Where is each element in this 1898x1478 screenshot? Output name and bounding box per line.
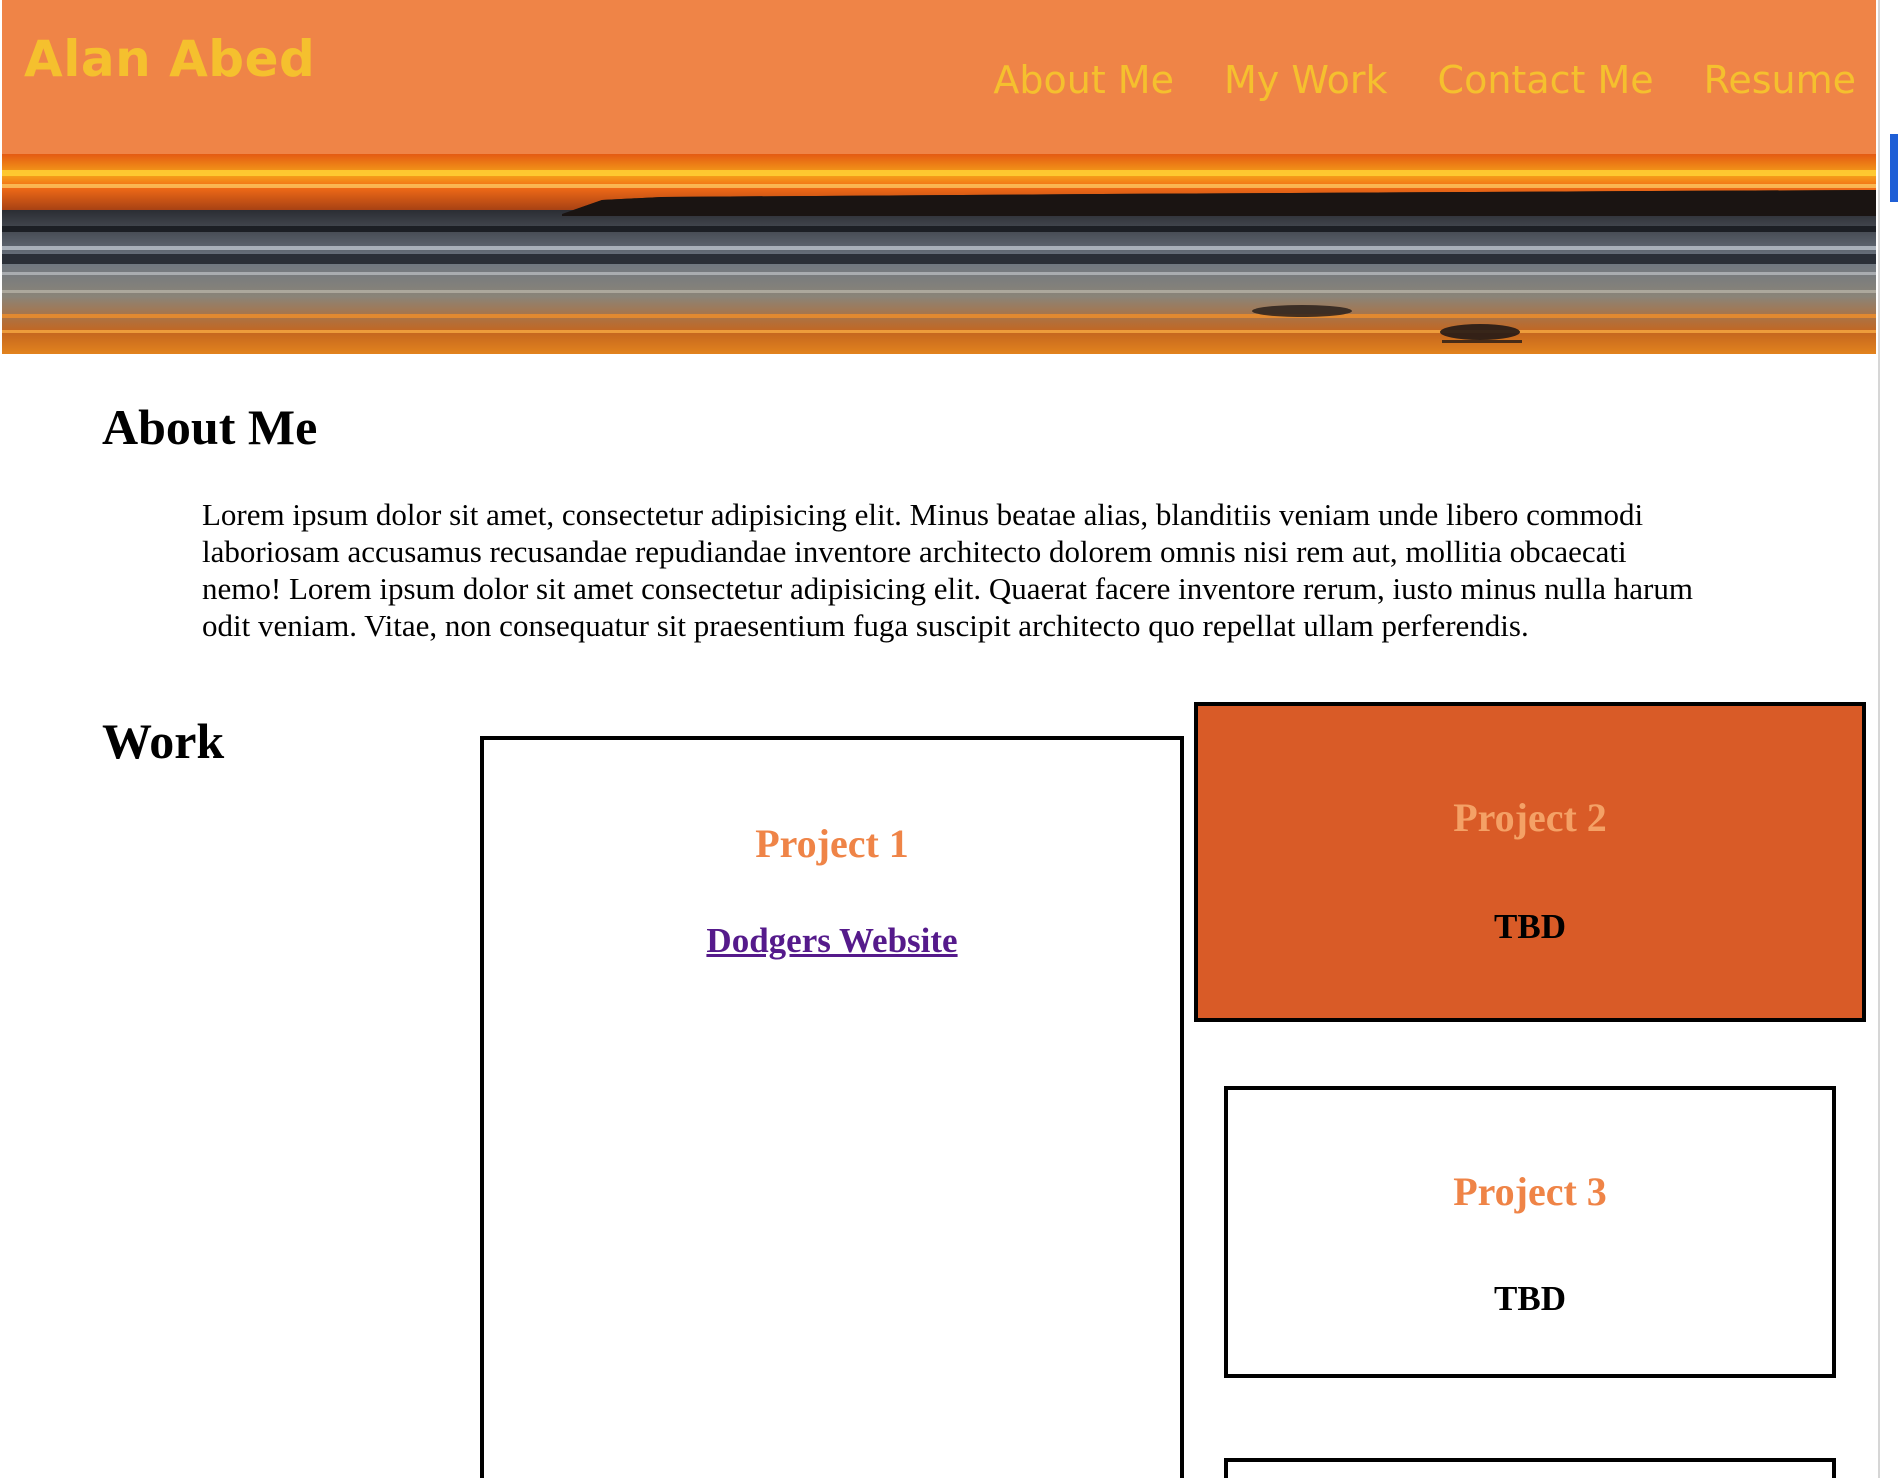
nav-link-resume[interactable]: Resume xyxy=(1704,58,1856,102)
project-2-card: Project 2 TBD xyxy=(1194,702,1866,1022)
about-text: Lorem ipsum dolor sit amet, consectetur … xyxy=(202,497,1693,643)
sunset-beach-banner xyxy=(2,154,1876,354)
window-edge xyxy=(1878,0,1898,1478)
browser-viewport: Alan Abed About Me My Work Contact Me Re… xyxy=(0,0,1878,1478)
project-1-link-wrap: Dodgers Website xyxy=(484,921,1180,961)
project-3-card: Project 3 TBD xyxy=(1224,1086,1836,1378)
project-1-title: Project 1 xyxy=(755,821,909,866)
work-heading: Work xyxy=(102,713,225,769)
project-2-title: Project 2 xyxy=(1453,795,1607,840)
project-2-text: TBD xyxy=(1494,907,1566,946)
scrollbar-thumb[interactable] xyxy=(1890,134,1898,202)
project-3-title: Project 3 xyxy=(1453,1169,1607,1214)
main-nav: About Me My Work Contact Me Resume xyxy=(993,58,1856,102)
project-4-card xyxy=(1224,1458,1836,1478)
nav-link-my-work[interactable]: My Work xyxy=(1224,58,1388,102)
dodgers-website-link[interactable]: Dodgers Website xyxy=(706,921,957,960)
project-1-card: Project 1 Dodgers Website xyxy=(480,736,1184,1478)
site-header: Alan Abed About Me My Work Contact Me Re… xyxy=(2,0,1876,154)
nav-link-contact-me[interactable]: Contact Me xyxy=(1438,58,1654,102)
site-title[interactable]: Alan Abed xyxy=(24,30,315,88)
nav-link-about-me[interactable]: About Me xyxy=(993,58,1174,102)
project-3-text: TBD xyxy=(1494,1279,1566,1318)
about-heading: About Me xyxy=(102,399,318,455)
